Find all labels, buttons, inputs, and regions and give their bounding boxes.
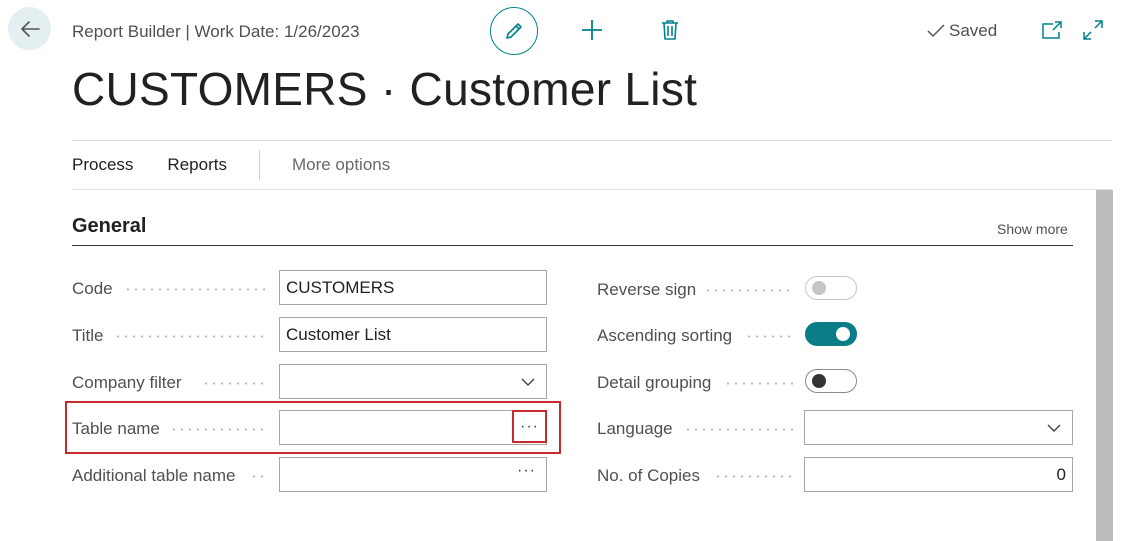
chevron-down-icon: [1047, 424, 1061, 432]
add-button[interactable]: [578, 16, 606, 44]
toggle-knob: [812, 374, 826, 388]
leader-dots: [250, 475, 269, 478]
toggle-knob: [836, 327, 850, 341]
breadcrumb: Report Builder | Work Date: 1/26/2023: [72, 22, 360, 41]
section-title: General: [72, 215, 147, 237]
field-label-language: Language: [597, 419, 673, 438]
saved-status: Saved: [927, 21, 997, 41]
field-label-table-name: Table name: [72, 419, 160, 438]
field-label-company-filter: Company filter: [72, 373, 182, 392]
toggle-knob: [812, 281, 826, 295]
action-process[interactable]: Process: [72, 155, 133, 175]
back-button[interactable]: [8, 7, 51, 50]
delete-button[interactable]: [656, 16, 684, 44]
leader-dots: [684, 428, 794, 431]
action-bar: Process Reports More options: [72, 141, 390, 189]
plus-icon: [582, 20, 602, 40]
page-title: CUSTOMERS · Customer List: [72, 63, 698, 115]
leader-dots: [714, 475, 794, 478]
back-arrow-icon: [20, 20, 40, 37]
open-new-window-button[interactable]: [1040, 18, 1064, 42]
reverse-sign-toggle[interactable]: [805, 276, 857, 300]
checkmark-icon: [927, 24, 945, 38]
divider: [72, 189, 1112, 190]
field-label-code: Code: [72, 279, 113, 298]
field-label-ascending-sorting: Ascending sorting: [597, 326, 733, 345]
company-filter-select[interactable]: [279, 364, 547, 399]
leader-dots: [202, 382, 269, 385]
detail-grouping-toggle[interactable]: [805, 369, 857, 393]
trash-icon: [662, 20, 678, 40]
leader-dots: [114, 335, 269, 338]
field-label-title: Title: [72, 326, 104, 345]
scrollbar[interactable]: [1096, 190, 1113, 541]
action-separator: [258, 150, 260, 180]
field-label-additional-table-name: Additional table name: [72, 466, 236, 485]
ellipsis-icon[interactable]: ···: [517, 462, 536, 480]
table-name-lookup-button[interactable]: ···: [512, 410, 547, 443]
expand-icon: [1083, 20, 1103, 40]
ellipsis-icon: ···: [520, 417, 539, 435]
leader-dots: [745, 335, 794, 338]
edit-button[interactable]: [490, 7, 538, 55]
title-field[interactable]: Customer List: [279, 317, 547, 352]
additional-table-name-field[interactable]: ···: [279, 457, 547, 492]
pencil-icon: [506, 23, 522, 39]
open-new-window-icon: [1042, 21, 1062, 39]
leader-dots: [170, 428, 269, 431]
field-label-reverse-sign: Reverse sign: [597, 280, 697, 299]
expand-button[interactable]: [1081, 18, 1105, 42]
ascending-sorting-toggle[interactable]: [805, 322, 857, 346]
table-name-field[interactable]: [279, 410, 547, 445]
language-select[interactable]: [804, 410, 1073, 445]
leader-dots: [724, 382, 794, 385]
chevron-down-icon: [521, 378, 535, 386]
no-of-copies-field[interactable]: 0: [804, 457, 1073, 492]
section-underline: [72, 245, 1073, 246]
field-label-detail-grouping: Detail grouping: [597, 373, 712, 392]
code-field[interactable]: CUSTOMERS: [279, 270, 547, 305]
action-more-options[interactable]: More options: [292, 155, 390, 175]
show-more-link[interactable]: Show more: [997, 221, 1068, 237]
leader-dots: [124, 288, 269, 291]
leader-dots: [704, 289, 794, 292]
field-label-no-of-copies: No. of Copies: [597, 466, 700, 485]
saved-label: Saved: [949, 21, 998, 40]
action-reports[interactable]: Reports: [167, 155, 227, 175]
